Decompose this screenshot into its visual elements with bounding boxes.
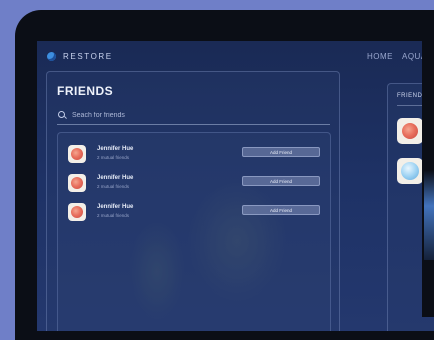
mutual-friends-count: 2 mutual friends <box>97 184 130 189</box>
app-screen: RESTORE HOME AQUA FRIENDS Jennifer Hue 2… <box>37 41 434 331</box>
search-bar <box>57 108 330 125</box>
mutual-friends-count: 2 mutual friends <box>97 213 130 218</box>
add-friend-button[interactable]: Add Friend <box>242 147 320 157</box>
bubble-avatar-icon[interactable] <box>397 158 423 184</box>
friends-panel: FRIENDS Jennifer Hue 2 mutual friends Ad… <box>46 71 340 331</box>
add-friend-button[interactable]: Add Friend <box>242 205 320 215</box>
nav-item-home[interactable]: HOME <box>367 52 393 61</box>
friend-name: Jennifer Hue <box>97 146 134 152</box>
flower-avatar-icon <box>68 174 86 192</box>
flower-avatar-icon[interactable] <box>397 118 423 144</box>
restore-logo-icon <box>47 52 56 61</box>
page-title: FRIENDS <box>57 84 114 98</box>
screen-glare <box>424 170 434 260</box>
brand-name: RESTORE <box>63 52 113 61</box>
search-input[interactable] <box>72 109 312 121</box>
list-item: Jennifer Hue 2 mutual friends Add Friend <box>58 142 330 166</box>
friend-name: Jennifer Hue <box>97 175 134 181</box>
list-item: Jennifer Hue 2 mutual friends Add Friend <box>58 200 330 224</box>
mutual-friends-count: 2 mutual friends <box>97 155 130 160</box>
add-friend-button[interactable]: Add Friend <box>242 176 320 186</box>
side-panel-title: FRIEND <box>397 93 423 99</box>
laptop-edge <box>422 20 434 317</box>
top-navigation: RESTORE HOME AQUA <box>37 41 434 71</box>
friend-suggestions-list: Jennifer Hue 2 mutual friends Add Friend… <box>57 132 331 331</box>
friend-name: Jennifer Hue <box>97 204 134 210</box>
flower-avatar-icon <box>68 203 86 221</box>
flower-avatar-icon <box>68 145 86 163</box>
list-item: Jennifer Hue 2 mutual friends Add Friend <box>58 171 330 195</box>
search-icon <box>58 111 65 118</box>
